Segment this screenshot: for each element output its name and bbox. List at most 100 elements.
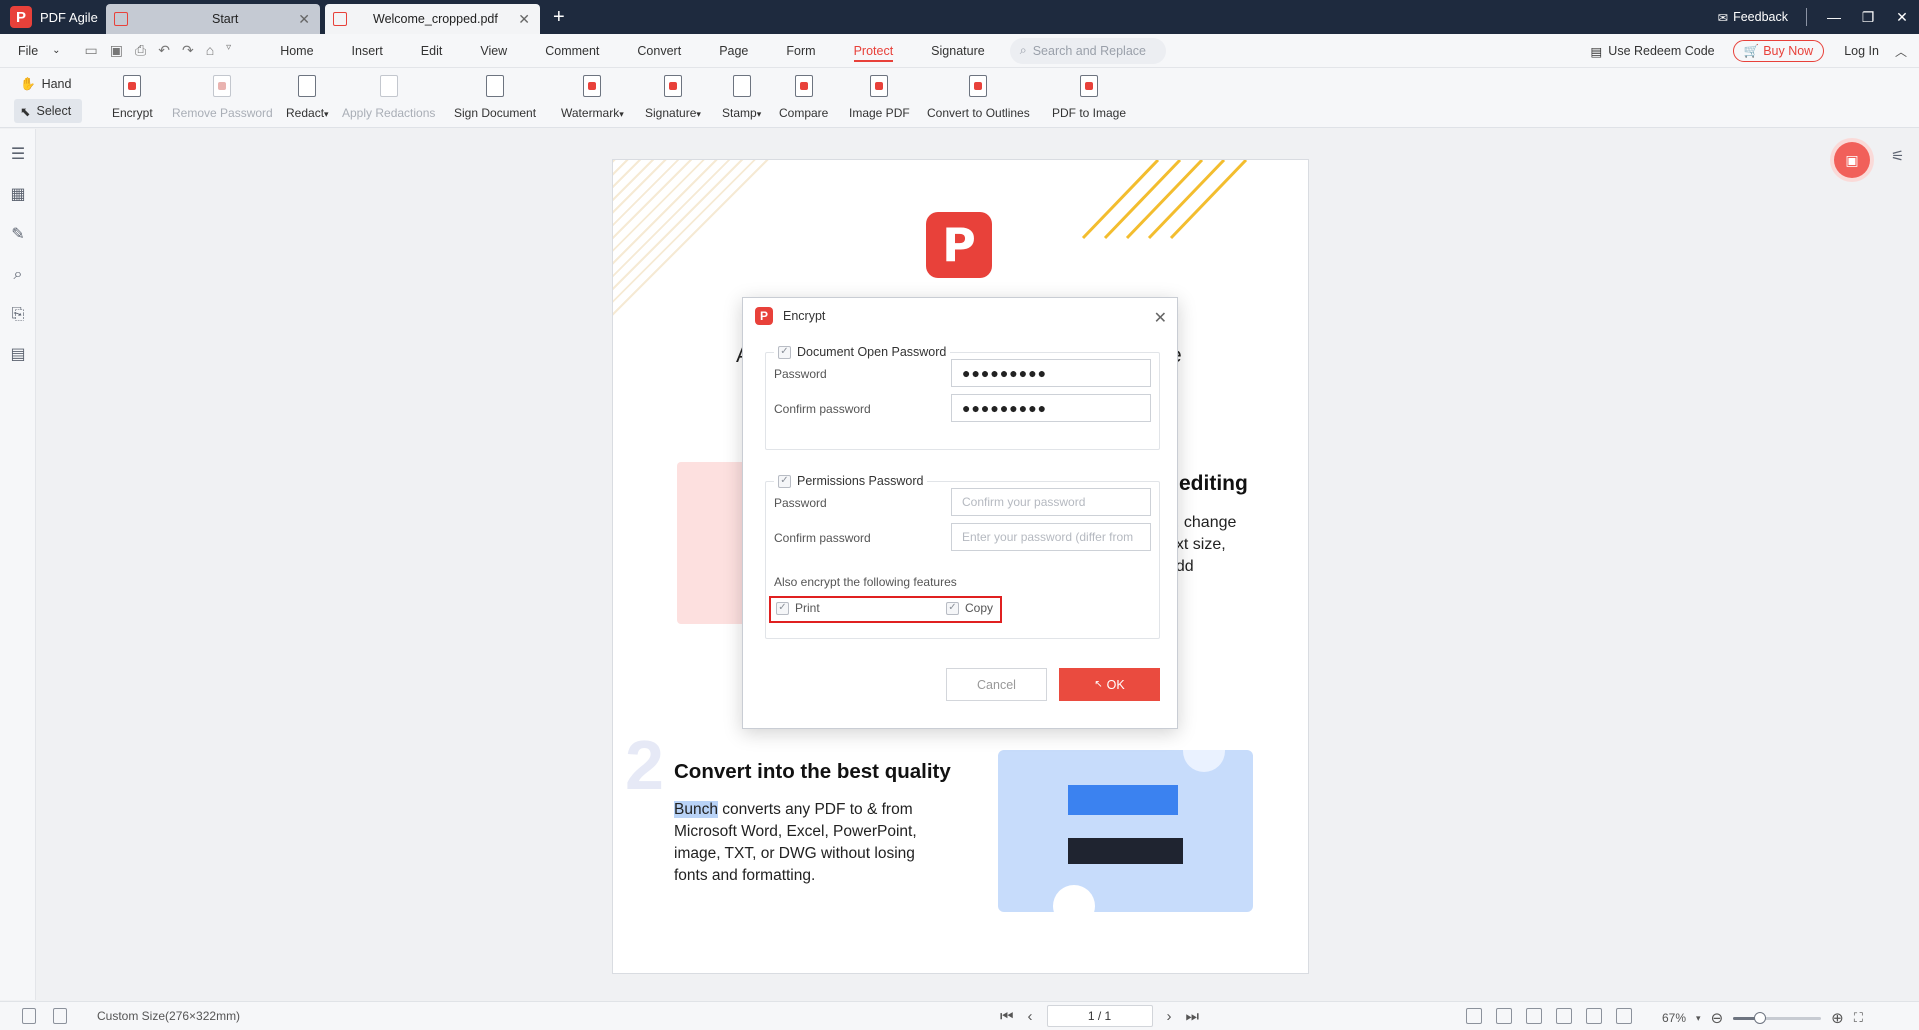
dialog-title: Encrypt xyxy=(783,309,826,323)
permissions-confirm-input[interactable]: Enter your password (differ from xyxy=(951,523,1151,551)
file-menu[interactable]: File ⌄ xyxy=(18,44,61,58)
hand-tool[interactable]: ✋ Hand xyxy=(14,72,82,96)
convert-to-outlines-tool[interactable]: Convert to Outlines xyxy=(927,74,1030,120)
close-icon[interactable]: ✕ xyxy=(518,11,530,28)
buy-now-button[interactable]: 🛒 Buy Now xyxy=(1732,40,1825,62)
selected-text[interactable]: Bunch xyxy=(674,801,718,818)
menu-protect[interactable]: Protect xyxy=(835,34,913,68)
page-info-icon[interactable]: ▤ xyxy=(8,345,28,365)
stamp-icon xyxy=(730,74,754,100)
sign-document-tool[interactable]: Sign Document xyxy=(454,74,536,120)
restore-icon[interactable]: ❐ xyxy=(1851,9,1885,26)
close-icon[interactable]: ✕ xyxy=(298,11,310,28)
actual-size-icon[interactable] xyxy=(1526,1008,1542,1024)
settings-sliders-icon[interactable]: ⚟ xyxy=(1891,147,1904,165)
compare-tool[interactable]: Compare xyxy=(779,74,828,120)
save-icon[interactable]: ▣ xyxy=(110,42,123,59)
window-close-icon[interactable]: ✕ xyxy=(1885,9,1919,26)
outline-icon[interactable]: ☰ xyxy=(8,145,28,165)
login-link[interactable]: Log In xyxy=(1844,44,1879,58)
continuous-view-icon[interactable] xyxy=(1556,1008,1572,1024)
redeem-code-button[interactable]: ▤ Use Redeem Code xyxy=(1590,44,1714,59)
page-layout-icon[interactable] xyxy=(53,1008,67,1024)
print-option[interactable]: ✓ Print xyxy=(776,601,820,615)
encrypt-tool[interactable]: Encrypt xyxy=(112,74,153,120)
search-icon: ⌕ xyxy=(1019,43,1027,57)
redact-icon xyxy=(295,74,319,100)
menu-edit[interactable]: Edit xyxy=(402,34,462,68)
feedback-button[interactable]: ✉ Feedback xyxy=(1718,10,1788,25)
fit-page-icon[interactable] xyxy=(1496,1008,1512,1024)
menu-convert[interactable]: Convert xyxy=(618,34,700,68)
tool-label: Sign Document xyxy=(454,106,537,120)
first-page-icon[interactable]: ⏮ xyxy=(1000,1008,1014,1025)
search-input[interactable]: ⌕ Search and Replace xyxy=(1009,37,1166,64)
illustration-card xyxy=(677,462,749,624)
search-icon[interactable]: ⌕ xyxy=(8,265,28,285)
previous-page-icon[interactable]: ‹ xyxy=(1028,1008,1033,1025)
print-icon[interactable]: ⎙ xyxy=(135,42,146,59)
fit-width-icon[interactable] xyxy=(1466,1008,1482,1024)
tab-start[interactable]: Start ✕ xyxy=(106,4,320,34)
menu-form[interactable]: Form xyxy=(767,34,834,68)
menu-view[interactable]: View xyxy=(461,34,526,68)
remove-password-tool[interactable]: Remove Password xyxy=(172,74,273,120)
convert-illustration xyxy=(998,750,1253,912)
permissions-password-input[interactable]: Confirm your password xyxy=(951,488,1151,516)
attachment-icon[interactable]: ⎘ xyxy=(8,305,28,325)
page-number-input[interactable]: 1 / 1 xyxy=(1046,1005,1153,1027)
tab-label: Welcome_cropped.pdf xyxy=(373,12,498,26)
zoom-slider-handle[interactable] xyxy=(1753,1011,1766,1024)
next-page-icon[interactable]: › xyxy=(1167,1008,1172,1025)
fullscreen-icon[interactable]: ⛶ xyxy=(1854,1010,1863,1026)
redact-tool[interactable]: Redact▾ xyxy=(286,74,329,120)
zoom-in-icon[interactable]: ⊕ xyxy=(1831,1009,1844,1027)
menu-signature[interactable]: Signature xyxy=(912,34,1004,68)
ai-assistant-icon[interactable]: ▣ xyxy=(1834,142,1870,178)
close-icon[interactable]: ✕ xyxy=(1154,308,1167,328)
chevron-down-icon[interactable]: ▿ xyxy=(226,42,231,59)
pdf-to-image-tool[interactable]: PDF to Image xyxy=(1052,74,1126,120)
illustration-shape xyxy=(1053,885,1095,912)
two-page-view-icon[interactable] xyxy=(1616,1008,1632,1024)
undo-icon[interactable]: ↶ xyxy=(158,42,170,59)
single-view-icon[interactable] xyxy=(1586,1008,1602,1024)
thumbnails-icon[interactable]: ▦ xyxy=(8,185,28,205)
chevron-down-icon[interactable]: ▾ xyxy=(1696,1013,1701,1024)
watermark-tool[interactable]: Watermark▾ xyxy=(561,74,624,120)
open-folder-icon[interactable]: ▭ xyxy=(85,42,98,59)
apply-redactions-tool[interactable]: Apply Redactions xyxy=(342,74,435,120)
copy-option[interactable]: ✓ Copy xyxy=(946,601,993,615)
ok-button[interactable]: ↖ OK xyxy=(1059,668,1160,701)
menu-home[interactable]: Home xyxy=(261,34,332,68)
stamp-tool[interactable]: Stamp▾ xyxy=(722,74,761,120)
menu-insert[interactable]: Insert xyxy=(333,34,402,68)
minimize-icon[interactable]: — xyxy=(1817,9,1851,25)
image-pdf-tool[interactable]: Image PDF xyxy=(849,74,910,120)
permissions-password-checkbox[interactable]: ✓ xyxy=(778,474,791,488)
zoom-slider[interactable] xyxy=(1733,1011,1822,1024)
print-checkbox[interactable]: ✓ xyxy=(776,601,789,615)
open-password-input[interactable]: ●●●●●●●●● xyxy=(951,359,1151,387)
tab-document[interactable]: Welcome_cropped.pdf ✕ xyxy=(325,4,540,34)
zoom-out-icon[interactable]: ⊖ xyxy=(1711,1009,1724,1027)
new-tab-icon[interactable]: + xyxy=(553,6,565,29)
select-tool[interactable]: ⬉ Select xyxy=(14,99,82,123)
open-password-checkbox[interactable]: ✓ xyxy=(778,345,791,359)
copy-checkbox[interactable]: ✓ xyxy=(946,601,959,615)
illustration-shape xyxy=(1068,785,1178,815)
zoom-level[interactable]: 67% xyxy=(1662,1011,1686,1025)
image-pdf-icon xyxy=(867,74,891,100)
annotation-icon[interactable]: ✎ xyxy=(8,225,28,245)
tool-label: Apply Redactions xyxy=(342,106,436,120)
menu-page[interactable]: Page xyxy=(700,34,767,68)
cancel-button[interactable]: Cancel xyxy=(946,668,1047,701)
last-page-icon[interactable]: ⏭ xyxy=(1186,1008,1200,1025)
open-password-confirm-input[interactable]: ●●●●●●●●● xyxy=(951,394,1151,422)
collapse-ribbon-icon[interactable]: ︿ xyxy=(1895,43,1907,60)
signature-tool[interactable]: Signature▾ xyxy=(645,74,701,120)
redo-icon[interactable]: ↷ xyxy=(182,42,194,59)
menu-comment[interactable]: Comment xyxy=(526,34,618,68)
single-page-icon[interactable] xyxy=(22,1008,36,1024)
home-icon[interactable]: ⌂ xyxy=(206,42,214,59)
